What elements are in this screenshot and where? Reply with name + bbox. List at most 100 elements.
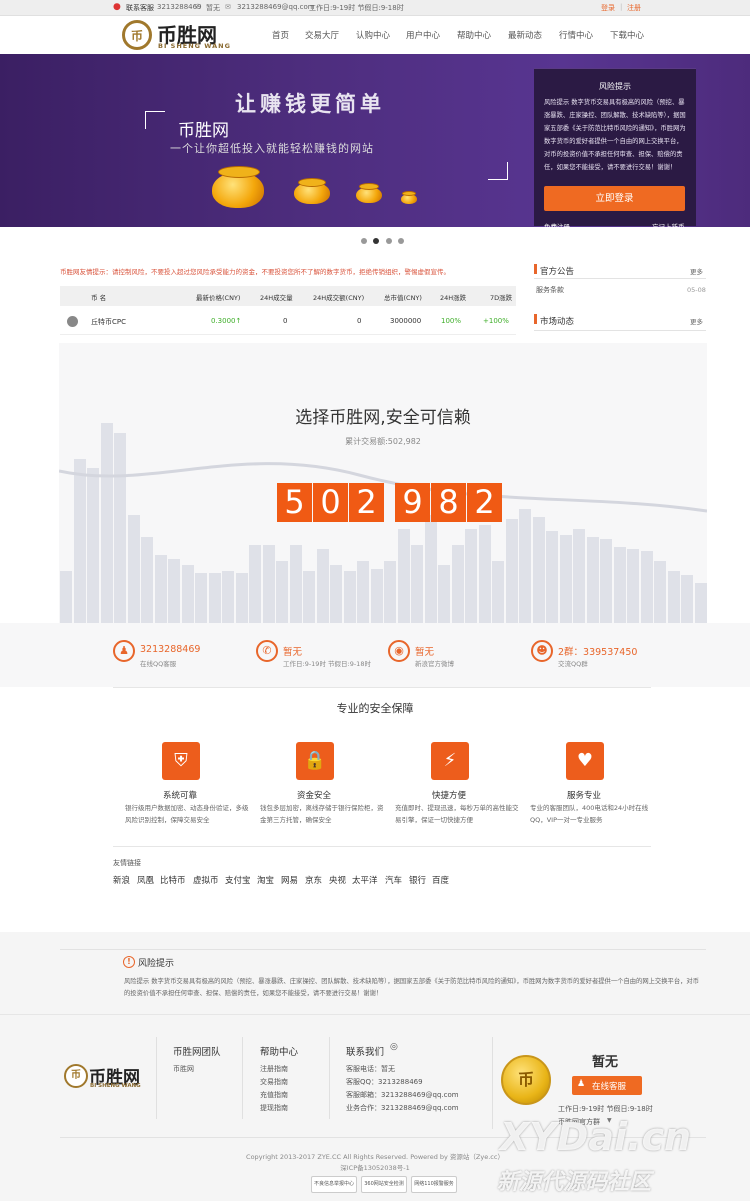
footer-contact[interactable]: 业务合作：3213288469@qq.com [346, 1103, 459, 1113]
friend-link[interactable]: 比特币 [160, 874, 186, 886]
risk-footer-text: 风险提示 数字货币交易具有极高的风险（预挖、暴涨暴跌、庄家操控、团队解散、技术缺… [124, 978, 700, 997]
risk-footer-title: 风险提示 [138, 959, 175, 969]
qq-icon: ● [113, 2, 121, 12]
phone-icon: ✆ [256, 640, 278, 662]
announce-date: 05-08 [687, 286, 706, 294]
mail-icon: ✉ [225, 3, 231, 11]
footer-contact[interactable]: 客服邮箱：3213288469@qq.com [346, 1090, 459, 1100]
divider [242, 1037, 243, 1119]
footer-link[interactable]: 注册指南 [260, 1064, 288, 1074]
gold-pots-image [210, 162, 420, 208]
free-register-link[interactable]: 免费注册 [544, 221, 570, 231]
friend-link[interactable]: 太平洋 [352, 874, 378, 886]
shield-icon: ⛨ [162, 742, 200, 780]
carousel-dot-3[interactable] [386, 238, 392, 244]
nav-item-home[interactable]: 首页 [272, 29, 289, 41]
security-title: 专业的安全保障 [336, 702, 414, 715]
nav-item-news[interactable]: 最新动态 [508, 29, 542, 41]
friend-link[interactable]: 银行 [409, 874, 426, 886]
logo-subtext: BI SHENG WANG [158, 42, 231, 50]
footer-contact[interactable]: 客服QQ：3213288469 [346, 1077, 423, 1087]
carousel-dot-2[interactable] [373, 238, 379, 244]
site-logo[interactable]: 币 [122, 20, 152, 50]
contact-group[interactable]: 2群：339537450 [558, 644, 637, 658]
stats-panel: 选择币胜网,安全可信赖 累计交易额:502,982 5 0 2 9 8 2 [59, 343, 707, 623]
coin-price: 0.3000↑ [211, 317, 242, 325]
email-link[interactable]: 3213288469@qq.com [237, 3, 315, 11]
col-change24: 24H涨跌 [440, 294, 467, 302]
footer-link[interactable]: 提现指南 [260, 1103, 288, 1113]
weibo-icon[interactable]: ◎ [390, 1042, 398, 1052]
col-change7d: 7D涨跌 [490, 294, 513, 302]
friend-link[interactable]: 汽车 [385, 874, 402, 886]
contact-phone: 暂无 [283, 647, 303, 658]
announce-title: 官方公告 [540, 267, 575, 277]
friend-link[interactable]: 京东 [305, 874, 322, 886]
nav-item-download[interactable]: 下载中心 [610, 29, 644, 41]
watermark-cn: 新源代源码社区 [497, 1170, 652, 1195]
announce-item[interactable]: 服务条款 [536, 285, 564, 295]
carousel-dot-4[interactable] [398, 238, 404, 244]
nav-item-trade[interactable]: 交易大厅 [305, 29, 339, 41]
footer-link[interactable]: 交易指南 [260, 1077, 288, 1087]
footer-col-title: 币胜网团队 [173, 1047, 221, 1058]
friend-link[interactable]: 淘宝 [257, 874, 274, 886]
friend-link[interactable]: 凤凰 [137, 874, 154, 886]
coin-cap: 3000000 [390, 317, 422, 325]
friend-link[interactable]: 央视 [329, 874, 346, 886]
divider [492, 1037, 493, 1129]
nav-item-user[interactable]: 用户中心 [406, 29, 440, 41]
coin-name[interactable]: 丘特币CPC [91, 317, 126, 327]
friend-link[interactable]: 支付宝 [225, 874, 251, 886]
col-volume: 24H成交量 [260, 294, 293, 302]
nav-item-help[interactable]: 帮助中心 [457, 29, 491, 41]
bolt-icon: ⚡ [431, 742, 469, 780]
links-title: 友情链接 [113, 859, 141, 867]
contact-qq[interactable]: 3213288469 [140, 644, 200, 655]
nav-item-market[interactable]: 行情中心 [559, 29, 593, 41]
phone-icon: ✆ [195, 3, 201, 11]
login-button[interactable]: 立即登录 [544, 186, 685, 211]
divider [534, 330, 706, 331]
feature-desc: 钱包多层加密，离线存储于银行保险柜，资金第三方托管，确保安全 [260, 804, 384, 824]
bracket-right [488, 162, 508, 180]
online-service-button[interactable]: ♟ 在线客服 [572, 1076, 642, 1095]
friend-link[interactable]: 虚拟币 [193, 874, 219, 886]
carousel-dot-1[interactable] [361, 238, 367, 244]
nav-item-subscribe[interactable]: 认购中心 [356, 29, 390, 41]
login-link[interactable]: 登录 [601, 3, 615, 13]
forgot-link[interactable]: 忘记上新币 [652, 221, 685, 231]
col-amount: 24H成交额(CNY) [313, 294, 365, 302]
news-marker [534, 314, 537, 324]
divider [60, 949, 706, 950]
warning-icon: ! [123, 956, 135, 968]
security-badge[interactable]: 360网站安全检测 [361, 1176, 407, 1193]
report-badge[interactable]: 不良信息举报中心 [311, 1176, 357, 1193]
friend-link[interactable]: 百度 [432, 874, 449, 886]
table-row[interactable]: 丘特币CPC 0.3000↑ 0 0 3000000 100% +100% [60, 309, 516, 335]
footer-link[interactable]: 充值指南 [260, 1090, 288, 1100]
divider [534, 278, 706, 279]
announce-more-link[interactable]: 更多 [690, 266, 703, 276]
friend-link[interactable]: 新浪 [113, 874, 130, 886]
stats-title: 选择币胜网,安全可信赖 [295, 408, 471, 428]
contact-phone-sub: 工作日:9-19时 节假日:9-18时 [283, 660, 371, 668]
news-more-link[interactable]: 更多 [690, 316, 703, 326]
work-hours: 工作日:9-19时 节假日:9-18时 [309, 4, 404, 12]
footer-logo-icon: 币 [64, 1064, 88, 1088]
link-separator: | [620, 3, 623, 11]
feature-desc: 充值即时、提现迅速，每秒万单的高性能交易引擎，保证一切快捷方便 [395, 804, 519, 824]
footer-contact: 客服电话：暂无 [346, 1065, 395, 1073]
heart-icon: ♥ [566, 742, 604, 780]
digit: 9 [395, 483, 430, 522]
digit: 0 [313, 483, 348, 522]
footer-link[interactable]: 币胜网 [173, 1064, 194, 1074]
hero-banner: 让赚钱更简单 币胜网 一个让你超低投入就能轻松赚钱的网站 风险提示 风险提示 数… [0, 54, 750, 231]
register-link[interactable]: 注册 [627, 3, 641, 13]
contact-weibo[interactable]: 暂无 [415, 644, 434, 658]
coin-icon [67, 316, 78, 327]
logo-emblem-icon: 币 [122, 20, 152, 50]
friend-link[interactable]: 网易 [281, 874, 298, 886]
police-badge[interactable]: 网络110报警服务 [411, 1176, 457, 1193]
risk-panel-text: 风险提示 数字货币交易具有极高的风险（预挖、暴涨暴跌、庄家操控、团队解散、技术缺… [544, 99, 686, 171]
